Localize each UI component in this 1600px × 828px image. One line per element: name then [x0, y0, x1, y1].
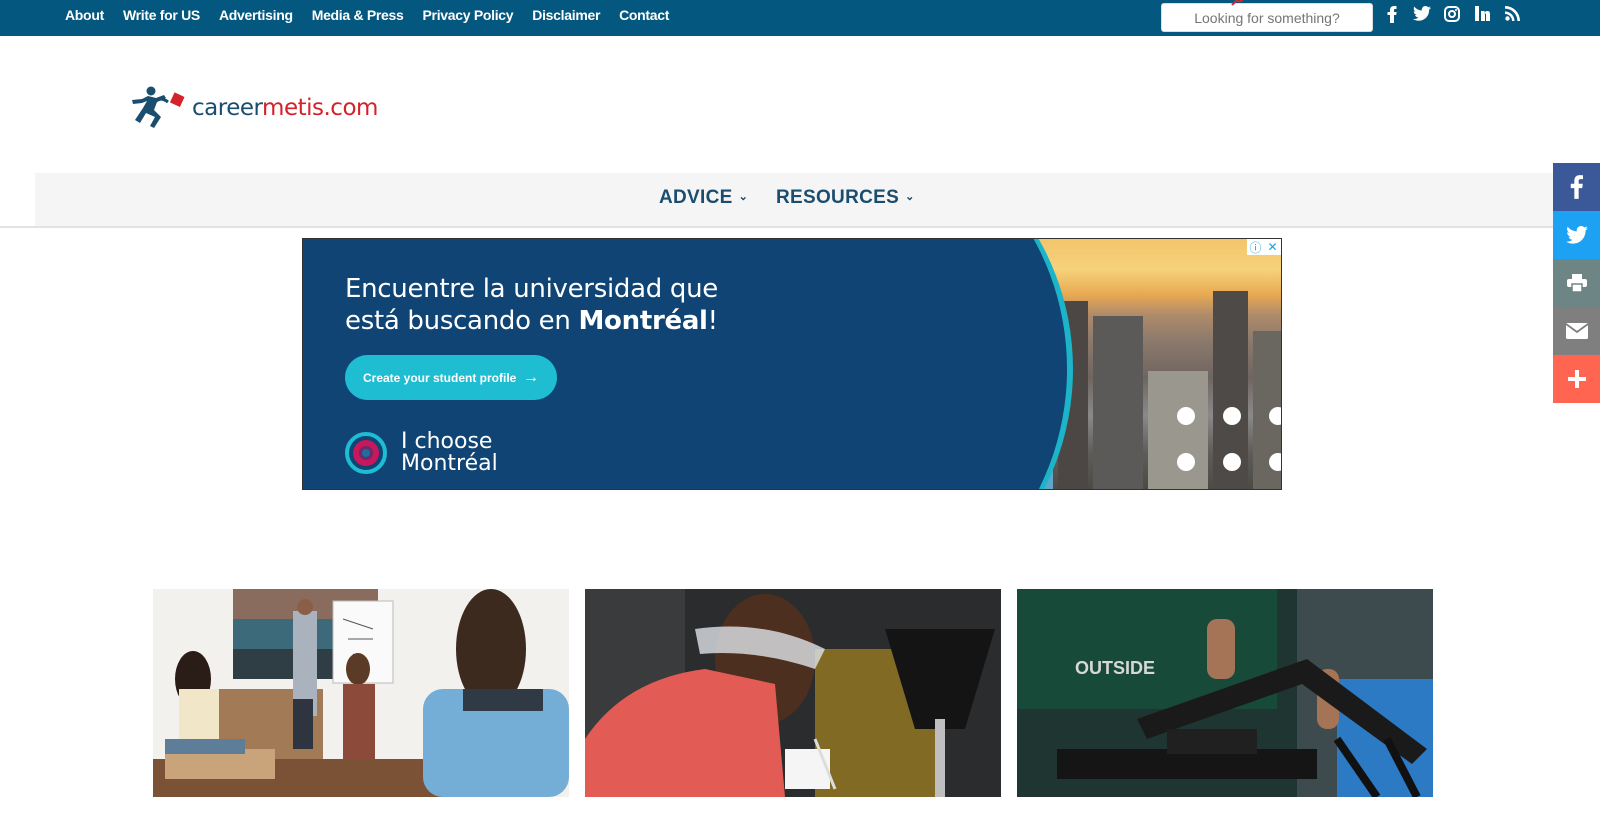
logo-wordmark: careermetis.com — [192, 95, 378, 121]
arrow-right-icon: → — [523, 368, 540, 386]
ad-brand: I choose Montréal — [345, 431, 498, 475]
ad-choices: ⓘ ✕ — [1247, 239, 1281, 255]
ad-dot — [1269, 407, 1281, 425]
rss-icon[interactable] — [1497, 6, 1527, 28]
share-more-button[interactable] — [1553, 355, 1600, 403]
plus-icon — [1567, 370, 1586, 388]
top-nav-disclaimer[interactable]: Disclaimer — [532, 7, 600, 23]
rifle-photo: OUTSIDE — [1017, 589, 1433, 797]
i-choose-montreal-logo-icon — [345, 432, 387, 474]
article-card-rifle[interactable]: OUTSIDE — [1017, 589, 1433, 797]
article-card-mechanic[interactable] — [585, 589, 1001, 797]
top-nav-media-press[interactable]: Media & Press — [312, 7, 404, 23]
top-nav: About Write for US Advertising Media & P… — [65, 0, 688, 30]
facebook-icon[interactable] — [1377, 6, 1407, 28]
chevron-down-icon: ⌄ — [738, 191, 749, 203]
search-icon[interactable] — [1230, 0, 1244, 8]
twitter-icon — [1565, 226, 1588, 244]
email-icon — [1565, 323, 1588, 339]
top-nav-write-for-us[interactable]: Write for US — [123, 7, 200, 23]
top-nav-advertising[interactable]: Advertising — [219, 7, 293, 23]
top-nav-privacy-policy[interactable]: Privacy Policy — [423, 7, 514, 23]
nav-divider — [0, 226, 1553, 228]
print-icon — [1566, 274, 1587, 292]
top-nav-contact[interactable]: Contact — [619, 7, 669, 23]
svg-text:OUTSIDE: OUTSIDE — [1075, 658, 1155, 678]
ad-dot — [1223, 453, 1241, 471]
main-nav: ADVICE ⌄ RESOURCES ⌄ — [35, 173, 1553, 226]
meeting-photo — [153, 589, 569, 797]
ad-dot — [1223, 407, 1241, 425]
nav-advice[interactable]: ADVICE ⌄ — [659, 187, 748, 209]
runner-logo-icon — [132, 86, 185, 128]
linkedin-icon[interactable] — [1467, 6, 1497, 28]
ad-dot — [1177, 407, 1195, 425]
ad-headline: Encuentre la universidad que está buscan… — [345, 274, 718, 336]
nav-resources[interactable]: RESOURCES ⌄ — [776, 187, 915, 209]
site-logo[interactable]: careermetis.com — [130, 85, 390, 131]
share-email-button[interactable] — [1553, 307, 1600, 355]
facebook-icon — [1570, 175, 1583, 199]
top-nav-about[interactable]: About — [65, 7, 104, 23]
share-sidebar — [1553, 163, 1600, 403]
social-links — [1377, 6, 1527, 28]
instagram-icon[interactable] — [1437, 6, 1467, 28]
info-icon[interactable]: ⓘ — [1247, 239, 1264, 256]
create-student-profile-button[interactable]: Create your student profile → — [345, 355, 557, 400]
share-print-button[interactable] — [1553, 259, 1600, 307]
share-twitter-button[interactable] — [1553, 211, 1600, 259]
ad-dot — [1177, 453, 1195, 471]
ad-banner[interactable]: Encuentre la universidad que está buscan… — [302, 238, 1282, 490]
search-input[interactable] — [1161, 3, 1373, 32]
ad-dot — [1269, 453, 1281, 471]
close-icon[interactable]: ✕ — [1264, 240, 1281, 254]
top-bar: About Write for US Advertising Media & P… — [0, 0, 1600, 36]
twitter-icon[interactable] — [1407, 6, 1437, 28]
mechanic-photo — [585, 589, 1001, 797]
chevron-down-icon: ⌄ — [905, 191, 915, 203]
article-card-meeting[interactable] — [153, 589, 569, 797]
share-facebook-button[interactable] — [1553, 163, 1600, 211]
